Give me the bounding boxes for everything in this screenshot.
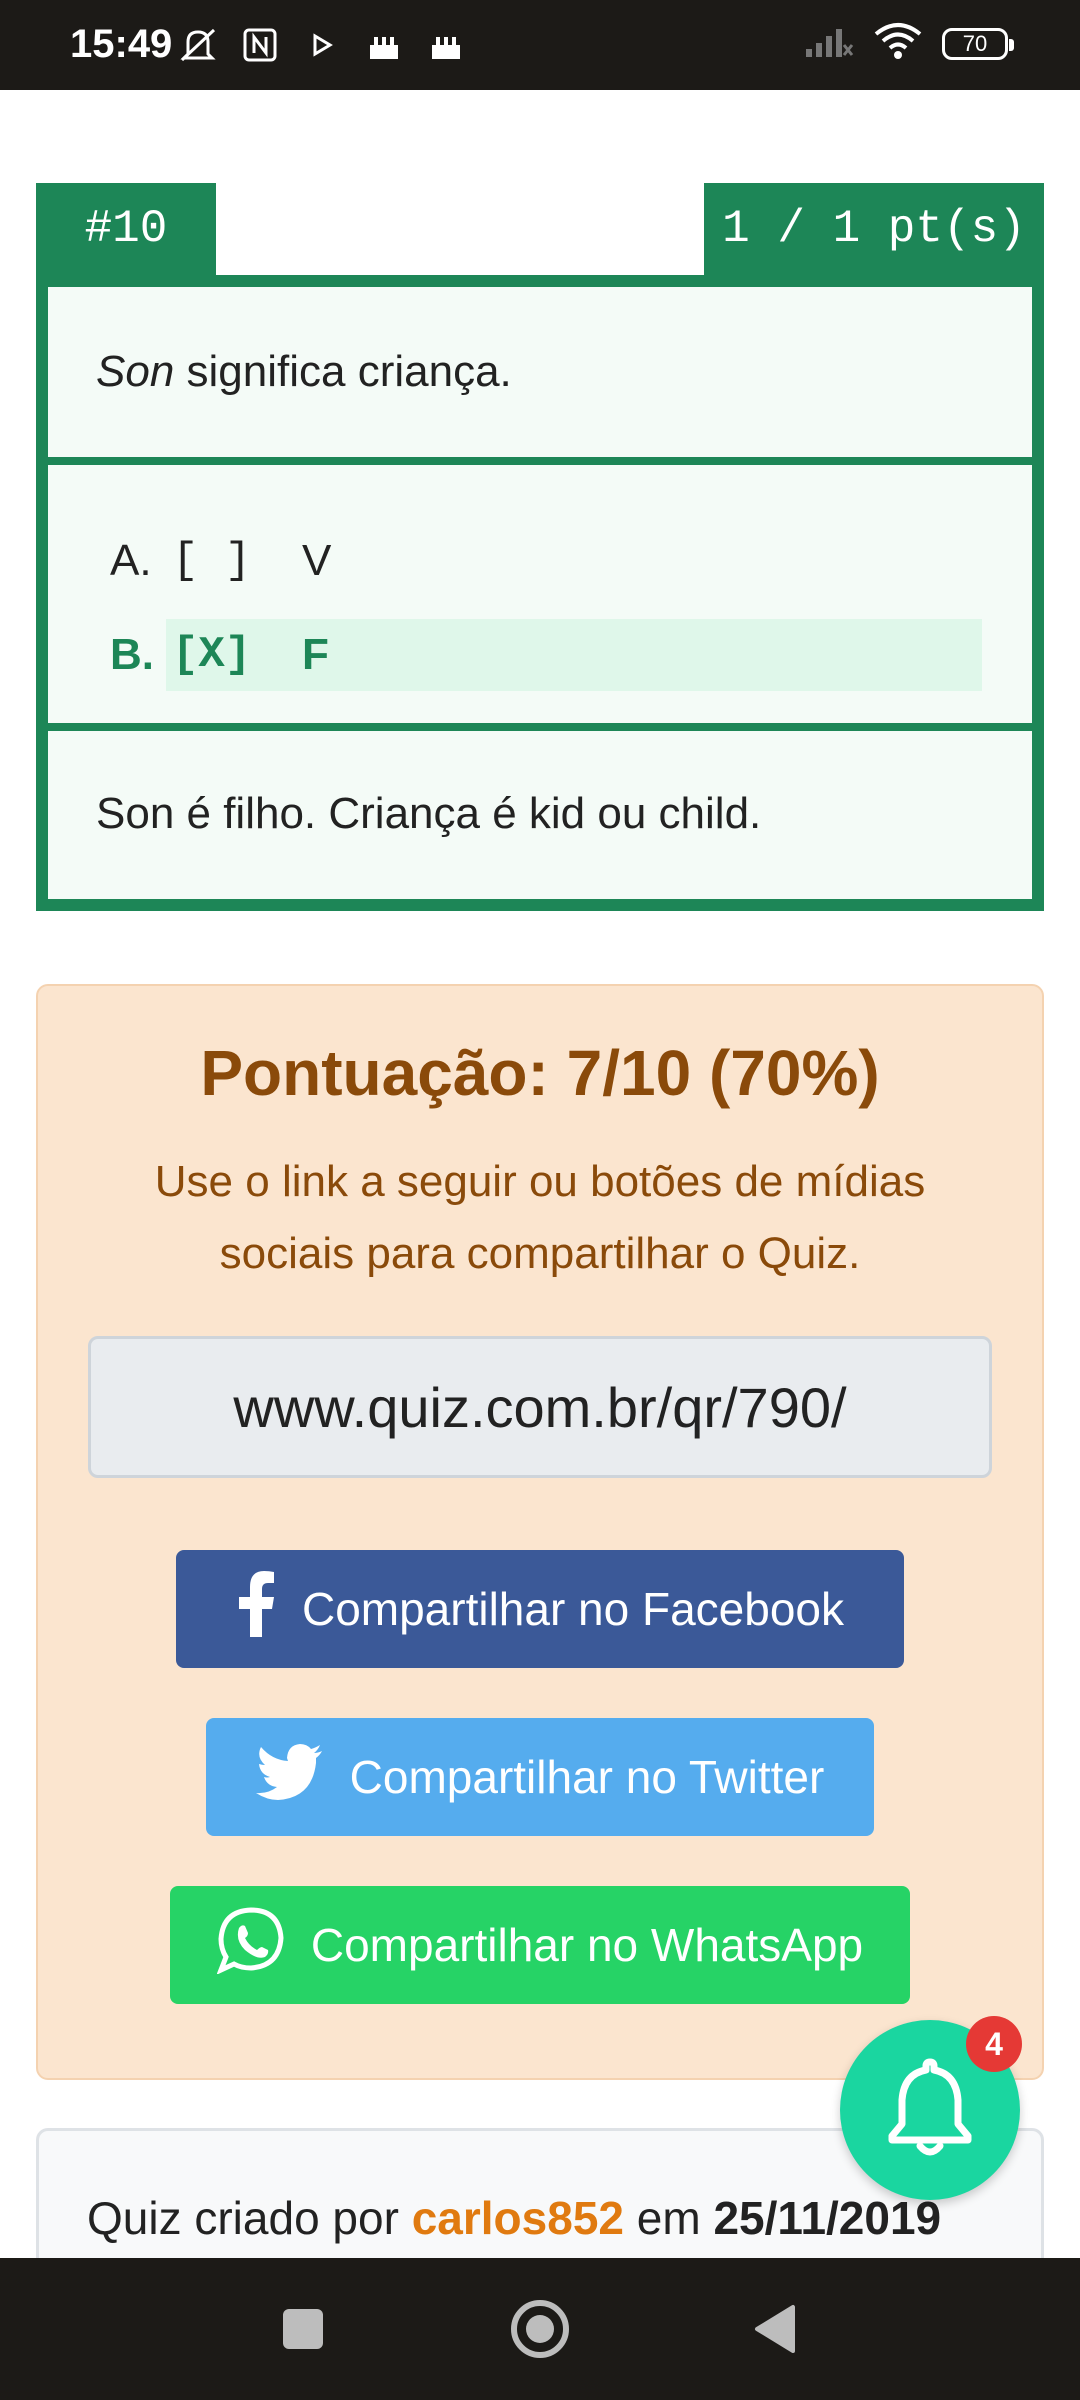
twitter-icon [255, 1743, 324, 1811]
score-subtitle: Use o link a seguir ou botões de mídias … [154, 1157, 926, 1278]
option-text: F [302, 630, 329, 679]
question-prompt: Son significa criança. [96, 347, 512, 397]
recent-apps-button[interactable] [268, 2296, 338, 2366]
square-icon [281, 2307, 325, 2356]
option-label: B. [110, 630, 154, 679]
question-prompt-section: Son significa criança. [48, 287, 1032, 457]
battery-level: 70 [962, 30, 988, 56]
circle-icon [508, 2297, 572, 2366]
status-icons-left [178, 26, 466, 64]
question-explanation-section: Son é filho. Criança é kid ou child. [48, 731, 1032, 899]
creator-username-link[interactable]: carlos852 [412, 2192, 624, 2244]
creator-prefix: Quiz criado por [87, 2192, 412, 2244]
option-checkbox: [X] [172, 630, 252, 680]
option-text: V [302, 536, 332, 585]
bell-icon [882, 2054, 978, 2167]
home-button[interactable] [505, 2296, 575, 2366]
creator-middle: em [623, 2192, 714, 2244]
back-triangle-icon [751, 2303, 799, 2360]
signal-icon [804, 23, 854, 64]
share-twitter-label: Compartilhar no Twitter [349, 1751, 825, 1803]
status-icons-right: 70 [804, 22, 1014, 65]
whatsapp-icon [216, 1906, 285, 1985]
share-link-field[interactable]: www.quiz.com.br/qr/790/ [88, 1336, 992, 1478]
navigation-bar [0, 2258, 1080, 2400]
status-bar: 15:49 70 [0, 0, 1080, 90]
question-number: #10 [84, 203, 168, 255]
cake-icon [364, 26, 404, 64]
play-icon [302, 26, 342, 64]
share-whatsapp-label: Compartilhar no WhatsApp [310, 1919, 864, 1971]
cake-icon [426, 26, 466, 64]
creator-date: 25/11/2019 [713, 2192, 942, 2244]
score-title: Pontuação: 7/10 (70%) [200, 1037, 880, 1109]
score-card: Pontuação: 7/10 (70%) Use o link a segui… [36, 984, 1044, 2080]
back-button[interactable] [740, 2296, 810, 2366]
question-prompt-text: significa criança. [174, 347, 512, 396]
creator-info: Quiz criado por carlos852 em 25/11/2019 [87, 2191, 941, 2245]
share-whatsapp-button[interactable]: Compartilhar no WhatsApp [170, 1886, 910, 2004]
share-facebook-button[interactable]: Compartilhar no Facebook [176, 1550, 904, 1668]
facebook-icon [236, 1570, 276, 1648]
battery-icon: 70 [942, 27, 1014, 60]
wifi-icon [874, 22, 922, 65]
option-checkbox: [ ] [172, 536, 252, 586]
nfc-icon [240, 26, 280, 64]
question-card: #10 1 / 1 pt(s) Son significa criança. A… [36, 183, 1044, 911]
status-time: 15:49 [70, 22, 173, 66]
mute-off-icon [178, 26, 218, 64]
question-prompt-emphasis: Son [96, 347, 175, 396]
question-explanation: Son é filho. Criança é kid ou child. [96, 789, 762, 838]
notification-count-badge: 4 [966, 2016, 1022, 2072]
option-b-selected: B. [X] F [110, 619, 982, 691]
option-a: A. [ ] V [110, 525, 982, 597]
option-label: A. [110, 536, 152, 585]
question-header-gap [216, 183, 704, 275]
question-points: 1 / 1 pt(s) [722, 203, 1026, 255]
share-twitter-button[interactable]: Compartilhar no Twitter [206, 1718, 874, 1836]
share-facebook-label: Compartilhar no Facebook [301, 1583, 845, 1635]
question-options-section: A. [ ] V B. [X] F [48, 465, 1032, 723]
